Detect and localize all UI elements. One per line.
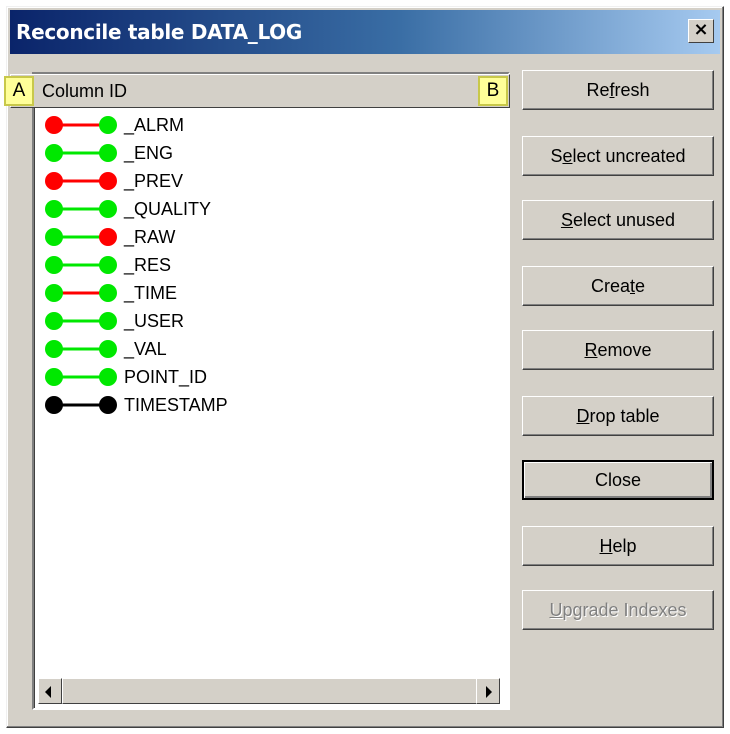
- upgrade-indexes-button: Upgrade Indexes: [522, 590, 714, 630]
- window-title: Reconcile table DATA_LOG: [16, 20, 302, 44]
- list-item[interactable]: _VAL: [42, 336, 472, 364]
- close-button[interactable]: Close: [522, 460, 714, 500]
- close-icon: ×: [693, 19, 709, 40]
- button-access-key: e: [562, 146, 573, 166]
- callout-a: A: [4, 76, 34, 106]
- connection-status-icon: [45, 312, 117, 330]
- horizontal-scrollbar[interactable]: [38, 678, 500, 704]
- connection-status-icon: [45, 340, 117, 358]
- connection-status-icon: [45, 144, 117, 162]
- list-item[interactable]: TIMESTAMP: [42, 392, 472, 420]
- connection-status-icon: [45, 396, 117, 414]
- list-item-label: _PREV: [124, 171, 184, 191]
- list-item-label: TIMESTAMP: [124, 395, 228, 415]
- list-item-label: POINT_ID: [124, 367, 208, 387]
- arrow-left-icon: [45, 686, 51, 698]
- callout-b: B: [478, 76, 508, 106]
- button-access-key: R: [584, 340, 598, 360]
- select-unused-button[interactable]: Select unused: [522, 200, 714, 240]
- select-uncreated-button[interactable]: Select uncreated: [522, 136, 714, 176]
- connection-status-icon: [45, 172, 117, 190]
- close-window-button[interactable]: ×: [688, 19, 714, 43]
- list-item-label: _ALRM: [124, 115, 185, 135]
- list-item-label: _TIME: [124, 283, 178, 303]
- list-item[interactable]: _PREV: [42, 168, 472, 196]
- list-item[interactable]: _RAW: [42, 224, 472, 252]
- refresh-button[interactable]: Refresh: [522, 70, 714, 110]
- create-button[interactable]: Create: [522, 266, 714, 306]
- button-access-key: D: [576, 406, 590, 426]
- button-access-key: H: [599, 536, 613, 556]
- connection-status-icon: [45, 368, 117, 386]
- list-item[interactable]: _RES: [42, 252, 472, 280]
- button-label-part: lect uncreated: [572, 146, 686, 166]
- list-item[interactable]: _TIME: [42, 280, 472, 308]
- button-label-part: Re: [586, 80, 610, 100]
- connection-status-icon: [45, 284, 117, 302]
- list-item[interactable]: _USER: [42, 308, 472, 336]
- button-access-key: U: [549, 600, 563, 620]
- button-label-part: e: [635, 276, 646, 296]
- button-access-key: S: [560, 210, 573, 230]
- title-bar[interactable]: Reconcile table DATA_LOG ×: [10, 10, 720, 54]
- button-label-part: elp: [612, 536, 637, 556]
- button-label-part: emove: [597, 340, 652, 360]
- list-item[interactable]: _ALRM: [42, 112, 472, 140]
- drop-table-button[interactable]: Drop table: [522, 396, 714, 436]
- scroll-right-button[interactable]: [476, 678, 500, 704]
- connection-status-icon: [45, 228, 117, 246]
- column-id-header-label: Column ID: [42, 81, 128, 101]
- list-item-label: _RAW: [124, 227, 176, 247]
- button-label-part: resh: [614, 80, 650, 100]
- button-label-part: Close: [594, 470, 642, 490]
- list-item[interactable]: _QUALITY: [42, 196, 472, 224]
- arrow-right-icon: [486, 686, 492, 698]
- button-label-part: pgrade Indexes: [562, 600, 687, 620]
- connection-status-icon: [45, 256, 117, 274]
- list-item-label: _ENG: [124, 143, 174, 163]
- list-item[interactable]: POINT_ID: [42, 364, 472, 392]
- list-item-label: _QUALITY: [124, 199, 212, 219]
- list-item-label: _VAL: [124, 339, 167, 359]
- list-item-label: _USER: [124, 311, 185, 331]
- help-button[interactable]: Help: [522, 526, 714, 566]
- remove-button[interactable]: Remove: [522, 330, 714, 370]
- scroll-left-button[interactable]: [38, 678, 62, 704]
- button-label-part: S: [550, 146, 563, 166]
- scroll-thumb[interactable]: [62, 678, 482, 704]
- list-item[interactable]: _ENG: [42, 140, 472, 168]
- button-label-part: elect unused: [572, 210, 676, 230]
- list-item-label: _RES: [124, 255, 172, 275]
- button-label-part: rop table: [589, 406, 660, 426]
- connection-status-icon: [45, 116, 117, 134]
- connection-status-icon: [45, 200, 117, 218]
- button-label-part: Crea: [590, 276, 630, 296]
